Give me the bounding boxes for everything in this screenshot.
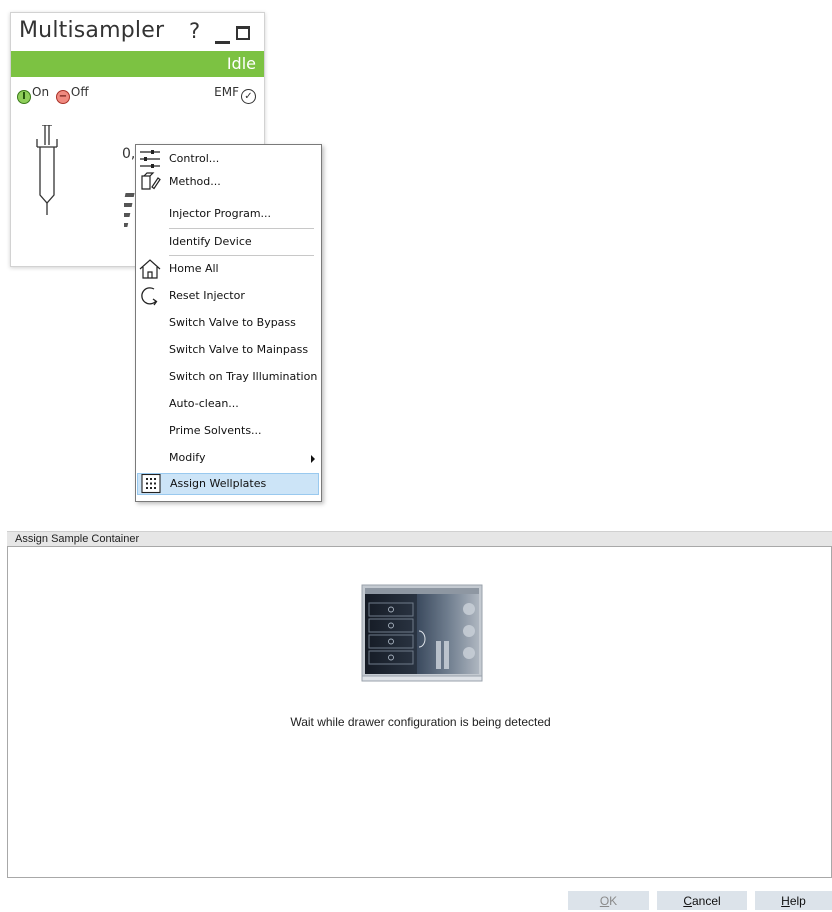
menu-item-reset-injector[interactable]: Reset Injector: [136, 285, 321, 307]
menu-label-reset-injector: Reset Injector: [169, 289, 245, 302]
module-value: 0,: [122, 146, 136, 162]
menu-item-injector-program[interactable]: Injector Program...: [136, 203, 321, 225]
method-edit-icon: [141, 172, 161, 190]
help-label-rest: elp: [789, 894, 806, 908]
status-bar: Idle: [11, 51, 264, 77]
dialog-title: Assign Sample Container: [15, 533, 140, 545]
submenu-arrow-icon: [311, 455, 315, 463]
ok-button[interactable]: OK: [568, 891, 649, 910]
menu-label-assign-wellplates: Assign Wellplates: [170, 477, 267, 490]
ok-mnemonic: O: [599, 894, 610, 908]
wellplate-grid-icon: [141, 474, 161, 494]
status-text: Idle: [226, 54, 256, 73]
menu-item-modify[interactable]: Modify: [136, 447, 321, 469]
menu-item-assign-wellplates[interactable]: Assign Wellplates: [137, 473, 319, 495]
help-mnemonic: H: [781, 894, 790, 908]
reset-icon: [141, 287, 158, 306]
menu-label-injector-program: Injector Program...: [169, 207, 272, 220]
power-controls: I On − Off: [17, 85, 89, 104]
menu-item-identify-device[interactable]: Identify Device: [136, 231, 321, 253]
menu-separator: [169, 228, 314, 229]
syringe-icon: [36, 125, 58, 215]
home-icon: [139, 259, 161, 279]
off-label[interactable]: Off: [71, 85, 89, 99]
menu-label-identify-device: Identify Device: [169, 235, 252, 248]
sampler-drawer-image: [361, 584, 483, 682]
menu-label-switch-valve-bypass: Switch Valve to Bypass: [169, 316, 296, 329]
cancel-label-rest: ancel: [691, 894, 721, 908]
power-on-icon[interactable]: I: [17, 90, 31, 104]
maximize-icon[interactable]: [236, 26, 250, 40]
menu-item-auto-clean[interactable]: Auto-clean...: [136, 393, 321, 415]
help-button[interactable]: ?: [189, 19, 200, 43]
menu-item-switch-valve-bypass[interactable]: Switch Valve to Bypass: [136, 312, 321, 334]
menu-label-switch-valve-mainpass: Switch Valve to Mainpass: [169, 343, 309, 356]
menu-label-home-all: Home All: [169, 262, 219, 275]
menu-item-switch-valve-mainpass[interactable]: Switch Valve to Mainpass: [136, 339, 321, 361]
sliders-icon: [140, 150, 160, 168]
emf-label: EMF: [214, 85, 239, 99]
menu-item-tray-illumination[interactable]: Switch on Tray Illumination: [136, 366, 321, 388]
context-menu: Control... Method... Injector Program...…: [135, 144, 322, 502]
menu-item-home-all[interactable]: Home All: [136, 258, 321, 280]
menu-label-prime-solvents: Prime Solvents...: [169, 424, 262, 437]
menu-separator: [169, 255, 314, 256]
dialog-header: Assign Sample Container: [7, 531, 832, 547]
menu-label-tray-illumination: Switch on Tray Illumination: [169, 370, 318, 383]
cancel-mnemonic: C: [683, 894, 692, 908]
cancel-button[interactable]: Cancel: [657, 891, 747, 910]
menu-label-modify: Modify: [169, 451, 206, 464]
module-title: Multisampler: [19, 18, 165, 43]
dialog-body: Wait while drawer configuration is being…: [7, 546, 832, 878]
detection-message: Wait while drawer configuration is being…: [290, 715, 551, 729]
ok-label-rest: K: [609, 894, 618, 908]
menu-label-auto-clean: Auto-clean...: [169, 397, 239, 410]
menu-label-control: Control...: [169, 152, 220, 165]
card-header: Multisampler ?: [11, 13, 264, 51]
minimize-icon[interactable]: [215, 41, 230, 44]
help-dialog-button[interactable]: Help: [755, 891, 832, 910]
menu-item-control[interactable]: Control...: [136, 148, 321, 170]
power-off-icon[interactable]: −: [55, 90, 70, 104]
emf-indicator[interactable]: EMF ✓: [214, 85, 256, 104]
on-label[interactable]: On: [32, 85, 49, 99]
menu-label-method: Method...: [169, 175, 221, 188]
check-circle-icon: ✓: [241, 89, 256, 104]
menu-item-method[interactable]: Method...: [136, 171, 321, 193]
menu-item-prime-solvents[interactable]: Prime Solvents...: [136, 420, 321, 442]
